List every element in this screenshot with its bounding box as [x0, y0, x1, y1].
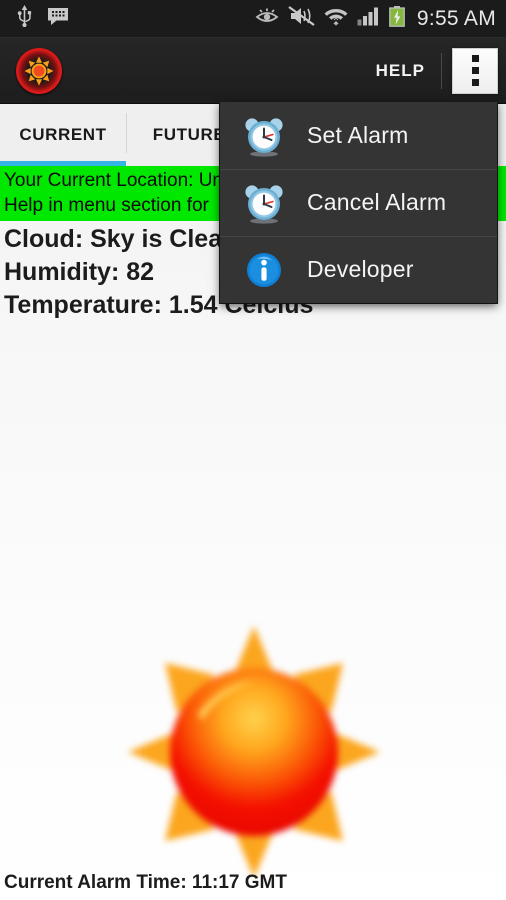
menu-item-set-alarm-label: Set Alarm — [307, 122, 409, 148]
help-button[interactable]: HELP — [360, 61, 441, 81]
message-icon — [47, 7, 69, 31]
menu-item-developer[interactable]: Developer — [220, 236, 497, 303]
status-bar-right-icons: 9:55 AM — [255, 5, 506, 32]
sound-muted-vibrate-icon — [288, 6, 315, 31]
usb-icon — [16, 5, 33, 32]
current-alarm-time: Current Alarm Time: 11:17 GMT — [4, 872, 287, 893]
sun-app-logo-icon[interactable] — [16, 47, 62, 94]
overflow-dot — [471, 79, 479, 86]
overflow-dot — [471, 67, 479, 74]
menu-item-developer-label: Developer — [307, 256, 414, 282]
menu-item-cancel-alarm-label: Cancel Alarm — [307, 189, 447, 215]
status-bar: 9:55 AM — [0, 0, 506, 38]
smart-stay-eye-icon — [255, 7, 279, 30]
tab-current[interactable]: CURRENT — [0, 104, 126, 166]
overflow-menu: Set Alarm Cancel Alarm Developer — [220, 102, 497, 303]
signal-bars-icon — [357, 7, 380, 31]
overflow-dot — [471, 55, 479, 62]
info-icon — [242, 248, 286, 292]
tab-current-label: CURRENT — [19, 125, 107, 144]
wifi-icon — [324, 6, 348, 31]
tab-future-label: FUTURE — [152, 125, 226, 144]
overflow-menu-icon[interactable] — [452, 47, 498, 94]
menu-item-cancel-alarm[interactable]: Cancel Alarm — [220, 169, 497, 236]
status-bar-left-icons — [0, 5, 255, 32]
action-bar-divider — [441, 52, 442, 89]
menu-item-set-alarm[interactable]: Set Alarm — [220, 102, 497, 169]
action-bar: HELP — [0, 38, 506, 104]
status-bar-clock: 9:55 AM — [416, 6, 496, 30]
alarm-clock-icon — [242, 114, 286, 158]
alarm-clock-icon — [242, 181, 286, 225]
battery-charging-icon — [388, 5, 405, 32]
sun-weather-icon — [120, 618, 388, 886]
